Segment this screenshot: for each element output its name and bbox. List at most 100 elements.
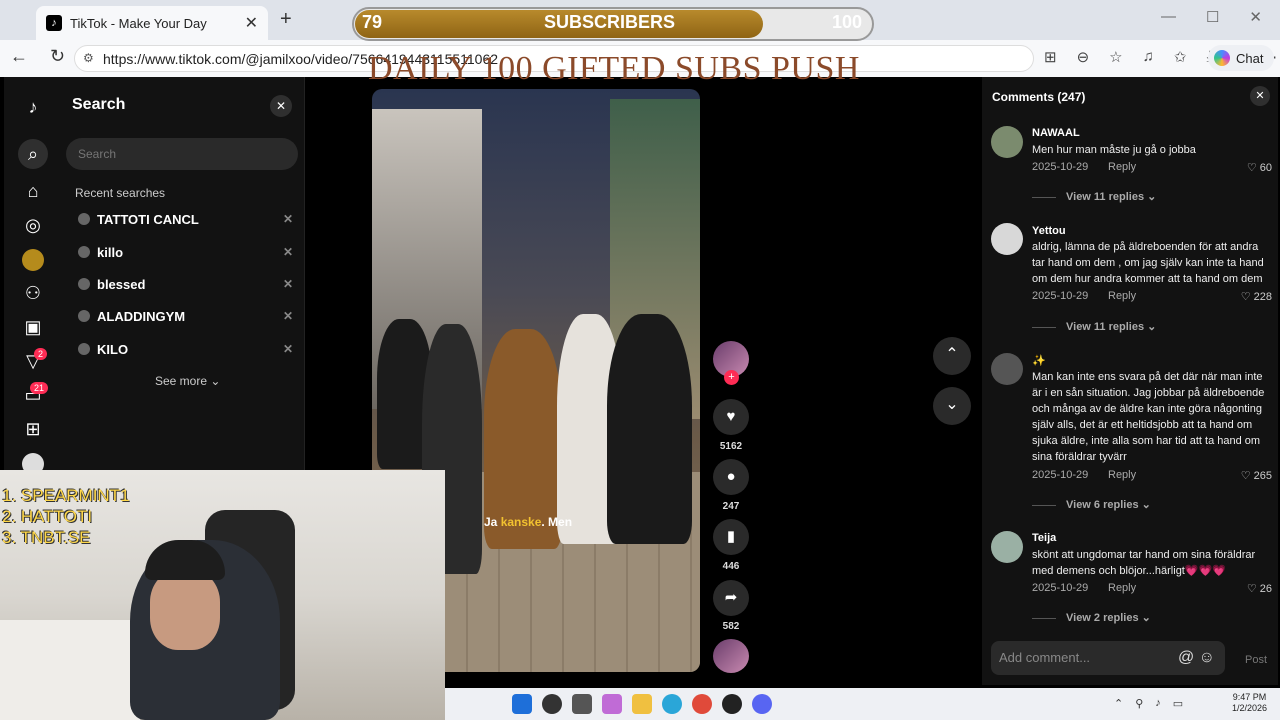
reply-link[interactable]: Reply (1108, 290, 1136, 302)
add-comment-input[interactable]: Add comment... @ ☺ (991, 641, 1225, 675)
tab-close-icon[interactable]: ✕ (245, 13, 258, 33)
remove-icon[interactable]: ✕ (283, 342, 293, 356)
new-tab-button[interactable]: + (280, 8, 292, 31)
messages-badge: 2 (34, 348, 48, 360)
recent-search-item[interactable]: KILO ✕ (78, 340, 293, 358)
site-info-icon[interactable]: ⚙ (83, 51, 94, 65)
reply-link[interactable]: Reply (1108, 469, 1136, 481)
gifted-subs-banner: DAILY 100 GIFTED SUBS PUSH (368, 50, 860, 87)
back-icon[interactable]: ← (10, 46, 28, 67)
following-icon[interactable]: ⚇ (22, 283, 44, 305)
sofa (0, 620, 140, 720)
view-replies-link[interactable]: View 11 replies ⌄ (1032, 320, 1156, 333)
see-more-link[interactable]: See more ⌄ (155, 374, 220, 388)
refresh-icon[interactable]: ↻ (50, 46, 65, 67)
video-caption: Ja kanske. Men (484, 515, 573, 529)
favorites-icon[interactable]: ✩ (1174, 48, 1187, 66)
chrome-icon[interactable] (692, 694, 712, 714)
comment-username[interactable]: NAWAAL (1032, 127, 1080, 139)
comment-meta: 2025-10-29 Reply ♡ 26 (1032, 582, 1272, 595)
discord-icon[interactable] (752, 694, 772, 714)
close-comments-icon[interactable]: ✕ (1250, 86, 1270, 106)
remove-icon[interactable]: ✕ (283, 309, 293, 323)
minimize-icon[interactable]: — (1161, 8, 1176, 26)
comment-avatar[interactable] (991, 353, 1023, 385)
close-window-icon[interactable]: ✕ (1249, 8, 1262, 26)
edge-icon[interactable] (662, 694, 682, 714)
zoom-icon[interactable]: ⊖ (1077, 48, 1090, 66)
person (607, 314, 692, 544)
system-tray: ⌃ ⚲ ♪ ▭ (1114, 697, 1183, 710)
comment-avatar[interactable] (991, 531, 1023, 563)
comment-text: Man kan inte ens svara på det där när ma… (1032, 371, 1265, 463)
mention-emoji-icon[interactable]: @ ☺ (1178, 649, 1215, 667)
comment-icon[interactable]: ● (713, 459, 749, 495)
copilot-taskbar-icon[interactable] (602, 694, 622, 714)
browser-tab[interactable]: ♪ TikTok - Make Your Day ✕ (36, 6, 268, 40)
like-icon[interactable]: ♥ (713, 399, 749, 435)
share-icon[interactable]: ➦ (713, 580, 749, 616)
remove-icon[interactable]: ✕ (283, 212, 293, 226)
comment-avatar[interactable] (991, 126, 1023, 158)
copilot-chat-button[interactable]: Chat (1208, 45, 1274, 71)
subscriber-current: 79 (362, 12, 383, 32)
remove-icon[interactable]: ✕ (283, 277, 293, 291)
history-icon (78, 343, 90, 355)
music-disc-icon[interactable] (713, 639, 749, 673)
reply-link[interactable]: Reply (1108, 161, 1136, 173)
taskbar-search-icon[interactable] (542, 694, 562, 714)
post-button[interactable]: Post (1245, 654, 1267, 666)
view-replies-link[interactable]: View 6 replies ⌄ (1032, 498, 1151, 511)
recent-search-item[interactable]: killo ✕ (78, 243, 293, 261)
subscriber-goal: 100 (832, 12, 863, 32)
home-icon[interactable]: ⌂ (22, 181, 44, 203)
comment-like[interactable]: ♡ 26 (1247, 582, 1272, 595)
live-avatar-icon[interactable] (22, 249, 44, 271)
favorite-icon[interactable]: ☆ (1109, 48, 1122, 66)
comment-username[interactable]: Teija (1032, 532, 1056, 544)
explore-icon[interactable]: ◎ (22, 215, 44, 237)
view-replies-link[interactable]: View 2 replies ⌄ (1032, 611, 1151, 624)
remove-icon[interactable]: ✕ (283, 245, 293, 259)
reply-link[interactable]: Reply (1108, 582, 1136, 594)
bookmark-icon[interactable]: ▮ (713, 519, 749, 555)
network-icon[interactable]: ⚲ (1135, 697, 1143, 710)
tiktok-logo-icon[interactable]: ♪ (22, 97, 44, 119)
hidden-icons-icon[interactable]: ⌃ (1114, 697, 1123, 710)
comment-like[interactable]: ♡ 60 (1247, 161, 1272, 174)
tiktok-favicon-icon: ♪ (46, 15, 62, 31)
extensions-icon[interactable]: ♫ (1143, 48, 1154, 66)
comment-meta: 2025-10-29 Reply ♡ 265 (1032, 469, 1272, 482)
chat-label: Chat (1236, 50, 1264, 66)
recent-search-item[interactable]: blessed ✕ (78, 275, 293, 293)
next-video-icon[interactable]: ⌄ (933, 387, 971, 425)
upload-icon[interactable]: ⊞ (22, 419, 44, 441)
comment-avatar[interactable] (991, 223, 1023, 255)
recent-search-item[interactable]: ALADDINGYM ✕ (78, 307, 293, 325)
view-replies-link[interactable]: View 11 replies ⌄ (1032, 190, 1156, 203)
streamer-face (150, 570, 220, 650)
follow-plus-icon[interactable]: + (724, 370, 739, 385)
search-input[interactable] (66, 138, 298, 170)
comment-username[interactable]: Yettou (1032, 225, 1066, 237)
comments-title: Comments (247) (992, 90, 1086, 104)
start-icon[interactable] (512, 694, 532, 714)
maximize-icon[interactable]: ☐ (1206, 8, 1219, 26)
search-title: Search (72, 96, 126, 113)
search-icon[interactable]: ⌕ (18, 139, 48, 169)
live-icon[interactable]: ▣ (22, 317, 44, 339)
obs-icon[interactable] (722, 694, 742, 714)
taskbar-clock[interactable]: 9:47 PM 1/2/2026 (1232, 692, 1267, 714)
share-count: 582 (722, 621, 740, 632)
comment-like[interactable]: ♡ 228 (1241, 290, 1272, 303)
apps-icon[interactable]: ⊞ (1044, 48, 1057, 66)
close-search-icon[interactable]: ✕ (270, 95, 292, 117)
file-explorer-icon[interactable] (632, 694, 652, 714)
comment-username[interactable]: ✨ (1032, 354, 1046, 367)
volume-icon[interactable]: ♪ (1155, 697, 1161, 710)
battery-icon[interactable]: ▭ (1173, 697, 1183, 710)
task-view-icon[interactable] (572, 694, 592, 714)
recent-search-item[interactable]: TATTOTI CANCL ✕ (78, 210, 293, 228)
comment-like[interactable]: ♡ 265 (1241, 469, 1272, 482)
previous-video-icon[interactable]: ⌃ (933, 337, 971, 375)
